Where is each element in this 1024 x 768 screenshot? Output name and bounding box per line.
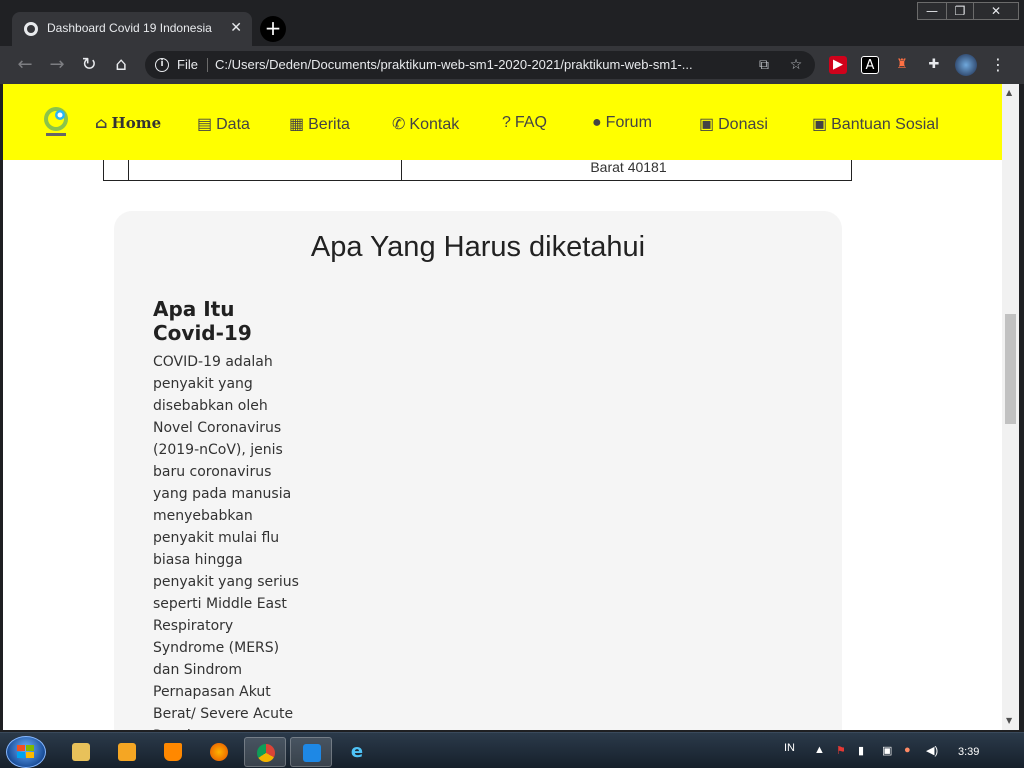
- address-bar[interactable]: i File C:/Users/Deden/Documents/praktiku…: [145, 51, 815, 79]
- nav-kontak[interactable]: ✆ Kontak: [392, 114, 459, 134]
- page-viewport: Barat 40181 ⌂ Home ▤ Data ▦ Berita ✆ Kontak …: [3, 84, 1002, 730]
- media-player-icon: [118, 743, 136, 761]
- extension-figure-icon[interactable]: ♜: [893, 56, 911, 74]
- power-icon[interactable]: ▣: [882, 744, 892, 757]
- tab-title: Dashboard Covid 19 Indonesia: [47, 21, 212, 35]
- extensions-puzzle-icon[interactable]: ✚: [925, 56, 943, 74]
- box-open-icon: ▣: [699, 116, 715, 133]
- comment-icon: ●: [592, 114, 602, 131]
- section-title: Apa Yang Harus diketahui: [310, 231, 646, 263]
- start-button[interactable]: [6, 736, 46, 768]
- tab-close-icon[interactable]: ✕: [230, 20, 242, 36]
- newspaper-icon: ▦: [289, 116, 305, 133]
- nav-forum[interactable]: ● Forum: [592, 114, 652, 132]
- bookmark-star-icon[interactable]: ☆: [787, 56, 805, 74]
- new-tab-button[interactable]: +: [260, 16, 286, 42]
- reload-icon[interactable]: ↻: [78, 54, 100, 76]
- taskbar-firefox[interactable]: [198, 737, 240, 767]
- taskbar-internet-explorer[interactable]: e: [336, 737, 378, 767]
- back-arrow-icon[interactable]: ←: [14, 54, 36, 76]
- windows-taskbar: e IN ▲ ⚑ ▮ ▣ ● ◀) 3:39: [0, 732, 1024, 768]
- scroll-thumb[interactable]: [1005, 314, 1016, 424]
- site-navbar: ⌂ Home ▤ Data ▦ Berita ✆ Kontak ? FAQ ● Forum …: [3, 84, 1002, 160]
- taskbar-chrome[interactable]: [244, 737, 286, 767]
- box-open-icon: ▣: [812, 116, 828, 133]
- extension-red-icon[interactable]: ▶: [829, 56, 847, 74]
- site-logo[interactable]: [40, 105, 72, 139]
- show-hidden-icons-icon[interactable]: ▲: [814, 744, 825, 756]
- action-center-icon[interactable]: ⚑: [836, 744, 846, 757]
- browser-menu-icon[interactable]: ⋮: [989, 56, 1007, 74]
- info-card: Apa Yang Harus diketahui Apa Itu Covid-1…: [114, 211, 842, 730]
- taskbar-vlc[interactable]: [152, 737, 194, 767]
- home-page-icon[interactable]: ⌂: [110, 54, 132, 76]
- taskbar-media-player[interactable]: [106, 737, 148, 767]
- nav-faq[interactable]: ? FAQ: [502, 114, 547, 132]
- info-paragraph: COVID-19 adalah penyakit yang disebabkan…: [153, 354, 299, 730]
- url-text[interactable]: C:/Users/Deden/Documents/praktikum-web-s…: [215, 57, 693, 72]
- internet-explorer-icon: e: [350, 741, 364, 762]
- volume-icon[interactable]: ◀): [926, 744, 938, 757]
- info-heading: Apa Itu Covid-19: [153, 297, 252, 345]
- phone-icon: ✆: [392, 116, 406, 133]
- language-indicator[interactable]: IN: [784, 742, 795, 754]
- page-scrollbar[interactable]: ▲ ▼: [1002, 84, 1019, 730]
- taskbar-explorer[interactable]: [60, 737, 102, 767]
- url-scheme-label: File: [177, 57, 198, 72]
- close-window-button[interactable]: ✕: [973, 2, 1019, 20]
- tray-app-icon[interactable]: ●: [904, 744, 911, 756]
- browser-tab[interactable]: Dashboard Covid 19 Indonesia ✕: [12, 12, 252, 46]
- taskbar-vscode[interactable]: [290, 737, 332, 767]
- home-icon: ⌂: [95, 114, 108, 132]
- info-icon[interactable]: i: [155, 58, 169, 72]
- maximize-button[interactable]: ❐: [946, 2, 974, 20]
- browser-titlebar: Dashboard Covid 19 Indonesia ✕ + — ❐ ✕: [0, 0, 1024, 46]
- address-separator: [207, 58, 208, 72]
- minimize-button[interactable]: —: [917, 2, 947, 20]
- profile-avatar[interactable]: [955, 54, 977, 76]
- browser-toolbar: ← → ↻ ⌂ i File C:/Users/Deden/Documents/…: [0, 46, 1024, 84]
- forward-arrow-icon[interactable]: →: [46, 54, 68, 76]
- extension-font-icon[interactable]: A: [861, 56, 879, 74]
- clock-time[interactable]: 3:39: [958, 746, 979, 758]
- database-icon: ▤: [197, 116, 213, 133]
- vlc-icon: [164, 743, 182, 761]
- chrome-icon: [257, 744, 275, 762]
- table-cell-address: Barat 40181: [590, 159, 667, 175]
- nav-data[interactable]: ▤ Data: [197, 114, 250, 134]
- nav-berita[interactable]: ▦ Berita: [289, 114, 350, 134]
- scroll-up-icon[interactable]: ▲: [1006, 88, 1012, 97]
- translate-icon[interactable]: ⧉: [755, 56, 773, 74]
- question-circle-icon: ?: [502, 114, 511, 131]
- nav-home[interactable]: ⌂ Home: [95, 114, 161, 132]
- windows-logo-icon: [17, 745, 34, 758]
- nav-donasi[interactable]: ▣ Donasi: [699, 114, 768, 134]
- network-signal-icon[interactable]: ▮: [858, 744, 864, 757]
- folder-icon: [72, 743, 90, 761]
- scroll-down-icon[interactable]: ▼: [1006, 716, 1012, 725]
- firefox-icon: [210, 743, 228, 761]
- vscode-icon: [303, 744, 321, 762]
- nav-bantuan-sosial[interactable]: ▣ Bantuan Sosial: [812, 114, 939, 134]
- globe-icon: [24, 22, 38, 36]
